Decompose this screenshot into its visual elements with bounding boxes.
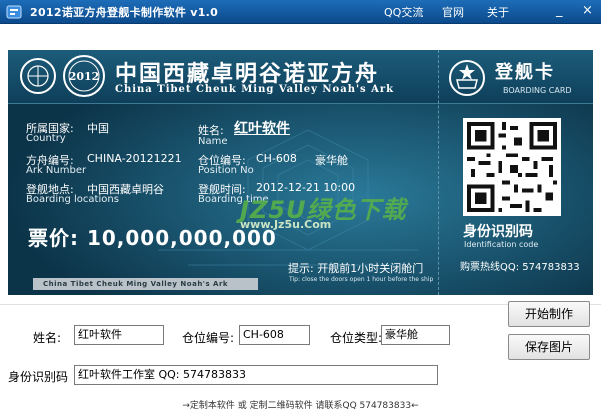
stub-divider [438, 50, 439, 295]
country-en: Country [26, 133, 66, 144]
ticket-bottom-strip: China Tibet Cheuk Ming Valley Noah's Ark [33, 278, 258, 290]
2012-seal-icon: 2012 [63, 55, 105, 97]
country-value: 中国 [87, 122, 109, 135]
card-subtitle: BOARDING CARD [503, 86, 572, 95]
window-title: 2012诺亚方舟登舰卡制作软件 v1.0 [30, 6, 219, 19]
id-code-subtitle: Identification code [464, 240, 539, 249]
boarding-card-preview: 2012 中国西藏卓明谷诺亚方舟 China Tibet Cheuk Ming … [8, 50, 593, 295]
ark-number-en: Ark Number [26, 165, 87, 176]
form-name-label: 姓名: [33, 331, 62, 345]
qr-code-image [463, 118, 561, 216]
form-id-label: 身份识别码 [8, 370, 69, 384]
form-type-label: 仓位类型: [330, 331, 383, 345]
tip-text: 提示: 开舰前1小时关闭舱门 [288, 262, 424, 275]
ticket-title-en: China Tibet Cheuk Ming Valley Noah's Ark [115, 84, 395, 95]
boarding-location-en: Boarding locations [26, 194, 119, 205]
footer-contact: →定制本软件 或 定制二维码软件 请联系QQ 574783833← [182, 401, 419, 411]
tip-text-en: Tip: close the doors open 1 hour before … [289, 276, 434, 283]
form-position-label: 仓位编号: [182, 331, 235, 345]
position-value: CH-608 [256, 152, 297, 165]
ark-number-value: CHINA-20121221 [87, 152, 182, 165]
minimize-button[interactable]: _ [556, 4, 563, 18]
save-image-button[interactable]: 保存图片 [508, 334, 590, 360]
menu-website[interactable]: 官网 [442, 4, 464, 20]
cabin-type-input[interactable]: 豪华舱 [381, 325, 450, 345]
close-button[interactable]: × [582, 4, 593, 18]
name-input[interactable]: 红叶软件 [74, 325, 164, 345]
app-icon [6, 5, 22, 19]
start-button[interactable]: 开始制作 [508, 301, 590, 327]
un-emblem-icon [20, 58, 56, 94]
menu-qq[interactable]: QQ交流 [384, 4, 423, 20]
title-bar: 2012诺亚方舟登舰卡制作软件 v1.0 QQ交流 官网 关于 _ × [0, 0, 601, 24]
name-value: 红叶软件 [234, 121, 290, 137]
menu-about[interactable]: 关于 [487, 4, 509, 20]
id-code-title: 身份识别码 [463, 224, 533, 240]
position-input[interactable]: CH-608 [239, 325, 310, 345]
position-en: Position No [198, 165, 254, 176]
name-en: Name [198, 136, 228, 147]
id-code-input[interactable]: 红叶软件工作室 QQ: 574783833 [74, 365, 438, 385]
cabin-type-value: 豪华舱 [315, 154, 348, 167]
svg-text:2012: 2012 [69, 70, 100, 83]
card-title: 登舰卡 [495, 62, 555, 83]
hotline-text: 购票热线QQ: 574783833 [460, 262, 580, 273]
national-emblem-icon [449, 60, 485, 96]
watermark-url: www.Jz5u.Com [240, 218, 332, 231]
